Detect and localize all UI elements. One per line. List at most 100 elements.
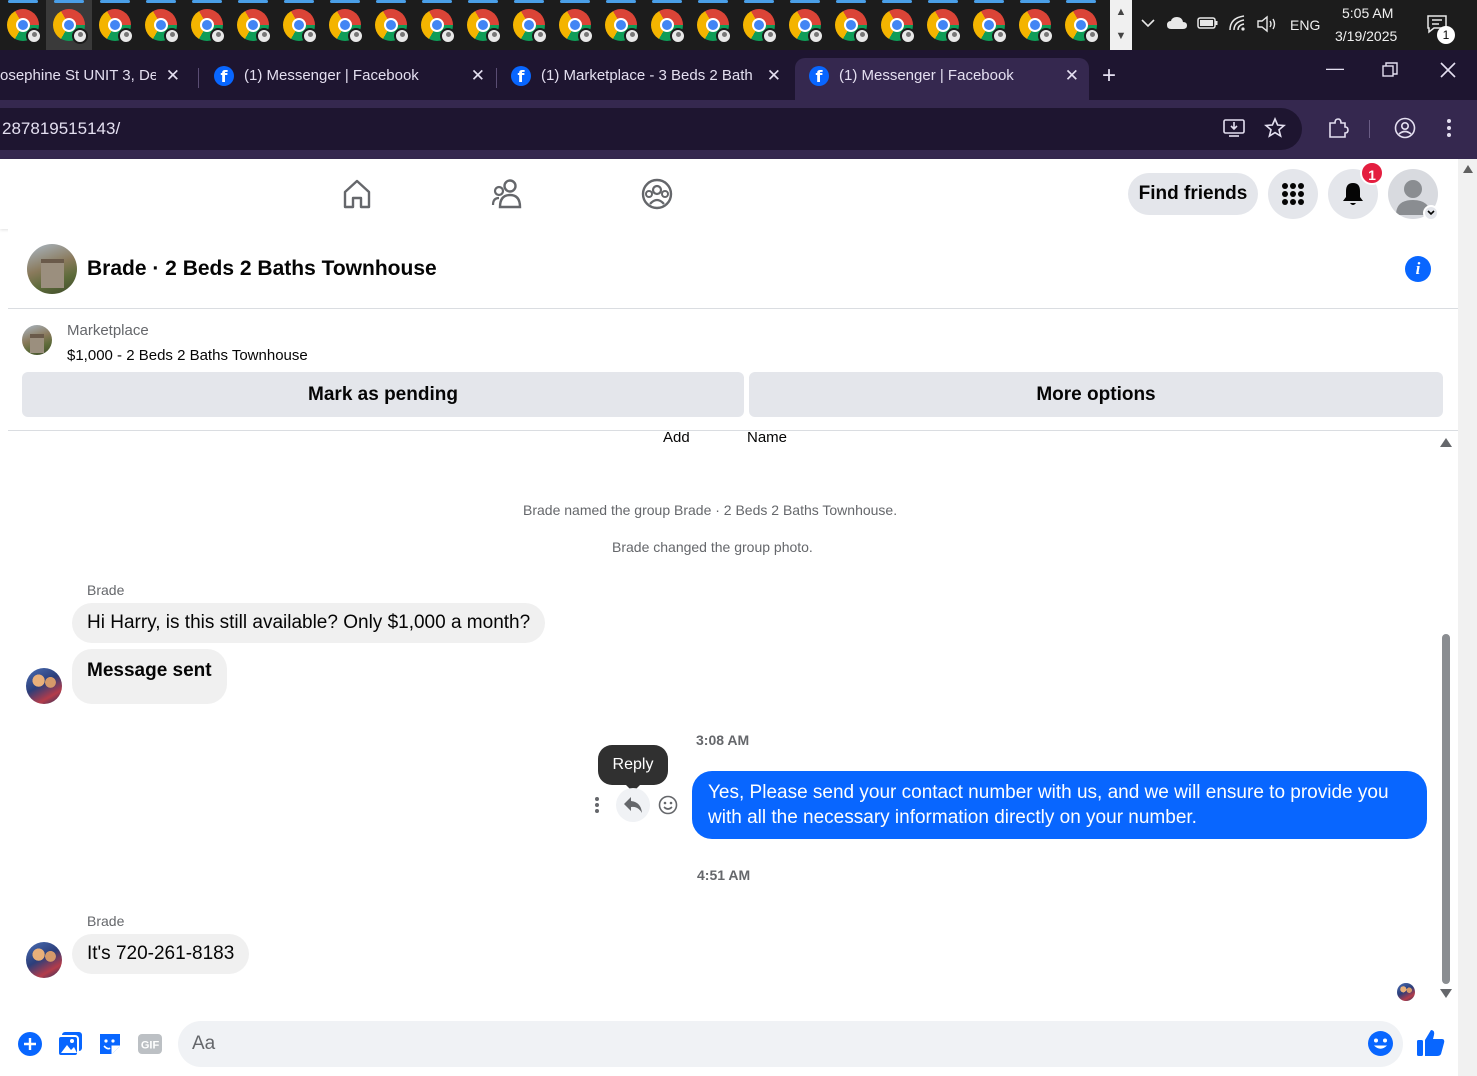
message-input[interactable] xyxy=(178,1021,1403,1067)
onedrive-icon[interactable] xyxy=(1166,15,1188,36)
taskbar-chrome-app[interactable] xyxy=(92,0,138,50)
install-app-icon[interactable] xyxy=(1223,117,1245,145)
account-chevron-icon[interactable] xyxy=(1423,205,1439,221)
taskbar-chrome-app[interactable] xyxy=(874,0,920,50)
taskbar-chrome-app[interactable] xyxy=(0,0,46,50)
wifi-icon[interactable] xyxy=(1228,14,1248,37)
group-photo[interactable] xyxy=(27,244,77,294)
incoming-message[interactable]: Hi Harry, is this still available? Only … xyxy=(72,603,546,643)
groups-icon[interactable] xyxy=(640,177,674,216)
reply-button[interactable] xyxy=(616,788,650,822)
tab-close-icon[interactable]: ✕ xyxy=(1065,58,1079,94)
thread-scroll-down-icon[interactable] xyxy=(1440,989,1452,998)
add-people-link[interactable]: Add xyxy=(663,432,690,446)
address-bar[interactable]: 287819515143/ xyxy=(0,108,1302,150)
more-actions-icon[interactable] xyxy=(594,796,600,819)
minimize-icon[interactable]: — xyxy=(1326,58,1344,79)
restore-icon[interactable] xyxy=(1382,62,1398,83)
more-actions-plus-icon[interactable] xyxy=(17,1031,43,1062)
tab-close-icon[interactable]: ✕ xyxy=(767,58,781,94)
menu-button[interactable] xyxy=(1268,169,1318,219)
taskbar-chrome-app[interactable] xyxy=(276,0,322,50)
sticker-icon[interactable] xyxy=(97,1031,123,1062)
thread-scroll-up-icon[interactable] xyxy=(1440,438,1452,447)
name-group-link[interactable]: Name xyxy=(747,432,787,446)
taskbar-chrome-app[interactable] xyxy=(506,0,552,50)
browser-tab-2[interactable]: f (1) Messenger | Facebook ✕ xyxy=(200,58,495,100)
taskbar-chrome-app[interactable] xyxy=(920,0,966,50)
language-indicator[interactable]: ENG xyxy=(1290,17,1320,33)
browser-menu-icon[interactable] xyxy=(1446,117,1452,145)
taskbar-chrome-app[interactable] xyxy=(1058,0,1104,50)
taskbar-chrome-app[interactable] xyxy=(552,0,598,50)
sender-avatar[interactable] xyxy=(26,668,62,704)
volume-icon[interactable] xyxy=(1256,15,1278,38)
url-text[interactable]: 287819515143/ xyxy=(2,108,120,150)
taskbar-chrome-app[interactable] xyxy=(598,0,644,50)
profile-icon[interactable] xyxy=(1394,117,1416,145)
emoji-picker-icon[interactable] xyxy=(1367,1030,1394,1062)
taskbar-chrome-app[interactable] xyxy=(966,0,1012,50)
sender-avatar[interactable] xyxy=(26,942,62,978)
taskbar-chrome-app[interactable] xyxy=(1012,0,1058,50)
sender-name: Brade xyxy=(87,913,125,929)
listing-thumbnail[interactable] xyxy=(22,325,52,355)
incoming-message[interactable]: It's 720-261-8183 xyxy=(72,934,250,974)
friends-icon[interactable] xyxy=(490,177,526,216)
taskbar-chrome-app[interactable] xyxy=(230,0,276,50)
page-scrollbar[interactable] xyxy=(1458,159,1477,1076)
like-thumbs-up-icon[interactable] xyxy=(1416,1028,1446,1063)
taskbar-chrome-app[interactable] xyxy=(138,0,184,50)
marketplace-banner: Marketplace $1,000 - 2 Beds 2 Baths Town… xyxy=(8,310,1458,431)
message-composer: GIF xyxy=(0,1010,1458,1076)
tab-close-icon[interactable]: ✕ xyxy=(471,58,485,94)
conversation-info-icon[interactable]: i xyxy=(1405,256,1431,282)
react-emoji-icon[interactable] xyxy=(658,795,678,820)
taskbar-chrome-app[interactable] xyxy=(782,0,828,50)
bookmark-star-icon[interactable] xyxy=(1264,116,1286,145)
window-close-icon[interactable] xyxy=(1440,62,1456,83)
mark-as-pending-button[interactable]: Mark as pending xyxy=(22,372,744,417)
browser-tab-4-active[interactable]: f (1) Messenger | Facebook ✕ xyxy=(795,58,1089,100)
taskbar-chrome-app[interactable] xyxy=(368,0,414,50)
new-tab-icon[interactable]: + xyxy=(1102,58,1126,100)
taskbar-chrome-app[interactable] xyxy=(690,0,736,50)
message-thread[interactable]: Add Name Brade named the group Brade · 2… xyxy=(8,432,1438,1010)
tab-title: (1) Messenger | Facebook xyxy=(839,67,1014,84)
incoming-message[interactable]: Message sent xyxy=(72,649,227,704)
taskbar-chrome-app[interactable] xyxy=(644,0,690,50)
taskbar-scroll-down-icon[interactable]: ▼ xyxy=(1110,24,1132,48)
taskbar-chrome-app[interactable] xyxy=(828,0,874,50)
outgoing-message[interactable]: Yes, Please send your contact number wit… xyxy=(692,771,1427,839)
clock-date[interactable]: 3/19/2025 xyxy=(1335,28,1397,44)
home-icon[interactable] xyxy=(340,177,374,216)
taskbar-chrome-app[interactable] xyxy=(322,0,368,50)
chrome-icon xyxy=(237,9,272,44)
taskbar-running-indicator xyxy=(974,0,1004,3)
listing-title[interactable]: $1,000 - 2 Beds 2 Baths Townhouse xyxy=(67,347,308,364)
taskbar-running-indicator xyxy=(836,0,866,3)
thread-scroll-thumb[interactable] xyxy=(1442,634,1450,984)
find-friends-button[interactable]: Find friends xyxy=(1128,173,1258,215)
taskbar-chrome-app[interactable] xyxy=(414,0,460,50)
more-options-button[interactable]: More options xyxy=(749,372,1443,417)
attach-photo-icon[interactable] xyxy=(57,1031,83,1062)
extensions-icon[interactable] xyxy=(1327,117,1349,145)
browser-tab-3[interactable]: f (1) Marketplace - 3 Beds 2 Bath ✕ xyxy=(497,58,791,100)
browser-tab-1[interactable]: osephine St UNIT 3, De ✕ xyxy=(0,58,190,100)
taskbar-scroll[interactable]: ▲ ▼ xyxy=(1110,0,1132,50)
page-scroll-up-icon[interactable] xyxy=(1463,165,1473,173)
clock-time[interactable]: 5:05 AM xyxy=(1342,5,1393,21)
taskbar-chrome-app[interactable] xyxy=(460,0,506,50)
gif-icon[interactable]: GIF xyxy=(137,1031,163,1062)
taskbar-chrome-app[interactable] xyxy=(736,0,782,50)
tray-expand-icon[interactable] xyxy=(1139,14,1157,37)
taskbar-chrome-app[interactable] xyxy=(184,0,230,50)
taskbar-scroll-up-icon[interactable]: ▲ xyxy=(1110,0,1132,24)
thread-scrollbar[interactable] xyxy=(1438,432,1454,1010)
conversation-title[interactable]: Brade · 2 Beds 2 Baths Townhouse xyxy=(87,257,437,281)
toolbar-separator xyxy=(1369,120,1370,138)
taskbar-chrome-app[interactable] xyxy=(46,0,92,50)
battery-icon[interactable] xyxy=(1197,16,1219,35)
tab-close-icon[interactable]: ✕ xyxy=(166,58,180,94)
